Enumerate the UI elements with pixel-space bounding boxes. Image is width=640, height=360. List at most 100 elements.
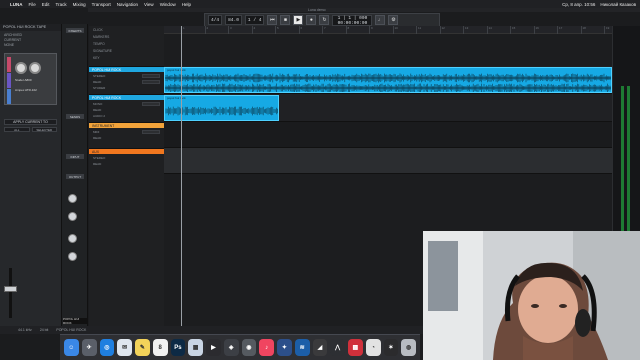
rewind-icon: ⏮ — [270, 17, 275, 23]
track-lane[interactable] — [164, 148, 612, 174]
mail-app-icon[interactable]: ✉ — [117, 339, 132, 356]
launchpad-app-icon[interactable]: ✈ — [81, 339, 97, 356]
menu-view[interactable]: View — [144, 2, 154, 7]
ruler-key[interactable]: KEY — [89, 56, 164, 60]
apply-selected-button[interactable]: SELECTED — [31, 127, 57, 132]
audio-region[interactable]: popol hui rock — [164, 67, 612, 93]
track-header[interactable]: POPOL HUI ROCK STEREO READ STUDER — [89, 66, 164, 94]
menu-navigation[interactable]: Navigation — [117, 2, 138, 7]
apply-all-button[interactable]: ALL — [4, 127, 30, 132]
ruler-tick: 5 — [275, 26, 279, 34]
track-volume-field[interactable] — [142, 102, 160, 106]
gain-knob[interactable] — [68, 212, 77, 221]
send-knob[interactable] — [68, 252, 77, 261]
track-name[interactable]: AUX — [89, 149, 164, 154]
trash-app-icon[interactable]: ◍ — [401, 339, 416, 356]
safari-app-icon[interactable]: ◎ — [99, 339, 115, 356]
track-header[interactable]: AUX STEREO READ — [89, 148, 164, 174]
beat-display[interactable]: 1 / 4 — [244, 15, 265, 25]
playhead[interactable] — [181, 26, 182, 330]
tab-archived[interactable]: ARCHIVED — [4, 33, 57, 37]
calendar-app-icon[interactable]: 8 — [152, 339, 168, 356]
pan-knob[interactable] — [68, 194, 77, 203]
presenter-video — [423, 231, 640, 360]
finder-app-icon[interactable]: ☺ — [64, 339, 79, 356]
menu-bar: LUNA File Edit Track Mixing Transport Na… — [0, 0, 640, 8]
track-header[interactable]: INSTRUMENT MIDI READ — [89, 122, 164, 148]
menubar-user[interactable]: Николай Казаков — [600, 2, 636, 7]
menu-transport[interactable]: Transport — [92, 2, 111, 7]
menu-track[interactable]: Track — [56, 2, 67, 7]
track-input[interactable]: AUDIO 2 — [93, 114, 105, 118]
meter-display[interactable]: 4/4 — [208, 15, 223, 25]
luna-app-icon[interactable]: ⋀ — [330, 339, 345, 356]
compressor-app-icon[interactable]: ◈ — [223, 339, 239, 356]
track-lane[interactable]: popol hui rock — [164, 94, 612, 122]
track-lane[interactable]: popol hui rock — [164, 66, 612, 94]
ruler-tick: 15 — [510, 26, 515, 34]
apply-current-button[interactable]: APPLY CURRENT TO — [4, 119, 57, 125]
ruler-signature[interactable]: SIGNATURE — [89, 49, 164, 53]
menu-window[interactable]: Window — [160, 2, 176, 7]
final-cut-app-icon[interactable]: ▶ — [206, 339, 221, 356]
ruler-tick: 12 — [439, 26, 445, 34]
menu-mixing[interactable]: Mixing — [73, 2, 86, 7]
position-display[interactable]: 1 | 1 | 000 00:00:00:00 — [332, 14, 373, 26]
menu-edit[interactable]: Edit — [42, 2, 50, 7]
ruler-click[interactable]: CLICK — [89, 28, 164, 32]
click-button[interactable]: ♩ — [375, 15, 386, 25]
track-name[interactable]: INSTRUMENT — [89, 123, 164, 128]
music-app-icon[interactable]: ♪ — [259, 339, 274, 356]
audio-app-icon[interactable]: ≋ — [294, 339, 310, 356]
track-format: STEREO — [93, 74, 106, 78]
settings-app-icon[interactable]: ✶ — [383, 339, 399, 356]
menu-app-name[interactable]: LUNA — [10, 2, 23, 7]
window-title-bar: Luna demo — [88, 8, 640, 12]
track-pan-field[interactable] — [142, 80, 160, 84]
track-automation[interactable]: READ — [93, 108, 101, 112]
logic-app-icon[interactable]: ◢ — [312, 339, 328, 356]
stop-icon: ■ — [283, 17, 287, 23]
settings-button[interactable]: ⚙ — [388, 15, 399, 25]
finder-files-app-icon[interactable]: ▦ — [188, 339, 203, 356]
input-button[interactable]: INPUT — [66, 154, 84, 159]
menu-file[interactable]: File — [29, 2, 36, 7]
track-name[interactable]: POPOL HUI ROCK — [89, 95, 164, 100]
play-button[interactable]: ▶ — [293, 15, 304, 25]
volume-fader[interactable] — [4, 286, 17, 292]
waveform — [165, 106, 278, 116]
track-lane[interactable] — [164, 122, 612, 148]
output-button[interactable]: OUTPUT — [66, 174, 84, 179]
track-automation[interactable]: READ — [93, 162, 101, 166]
track-header[interactable]: POPOL HUI ROCK MONO READ AUDIO 2 — [89, 94, 164, 122]
photoshop-app-icon[interactable]: Ps — [170, 339, 186, 356]
ruler-tempo[interactable]: TEMPO — [89, 42, 164, 46]
track-insert[interactable]: STUDER — [93, 86, 105, 90]
menubar-date[interactable]: Ср, 8 апр. 10:56 — [562, 2, 595, 7]
sends-button[interactable]: SENDS — [66, 114, 84, 119]
tempo-display[interactable]: 84.0 — [225, 15, 242, 25]
tab-current[interactable]: CURRENT — [4, 38, 57, 42]
rewind-button[interactable]: ⏮ — [267, 15, 278, 25]
menu-help[interactable]: Help — [182, 2, 191, 7]
loop-button[interactable]: ↻ — [319, 15, 330, 25]
screenshot-app-icon[interactable]: ◉ — [241, 339, 257, 356]
uad-console-app-icon[interactable]: ✦ — [277, 339, 292, 356]
tab-none[interactable]: NONE — [4, 43, 57, 47]
record-button[interactable]: ● — [306, 15, 317, 25]
track-automation[interactable]: READ — [93, 136, 101, 140]
track-volume-field[interactable] — [142, 74, 160, 78]
notes-app-icon[interactable]: ✎ — [135, 339, 150, 356]
tape-machine-card[interactable]: Studer A800 Ampex ATR-102 — [4, 53, 57, 105]
speedometer-app-icon[interactable]: ◔ — [365, 339, 381, 356]
stop-button[interactable]: ■ — [280, 15, 291, 25]
track-automation[interactable]: READ — [93, 80, 101, 84]
bar-ruler[interactable]: 1 2 3 4 5 6 7 8 9 10 11 12 13 14 15 16 17 18 19 — [164, 26, 612, 34]
inserts-button[interactable]: INSERTS — [66, 28, 84, 33]
track-volume-field[interactable] — [142, 130, 160, 134]
track-name[interactable]: POPOL HUI ROCK — [89, 67, 164, 72]
trim-knob[interactable] — [68, 234, 77, 243]
grid-app-icon[interactable]: ▩ — [348, 339, 363, 356]
inspector-track-name: POPOL HUI ROCK — [63, 317, 87, 325]
ruler-markers[interactable]: MARKERS — [89, 35, 164, 39]
